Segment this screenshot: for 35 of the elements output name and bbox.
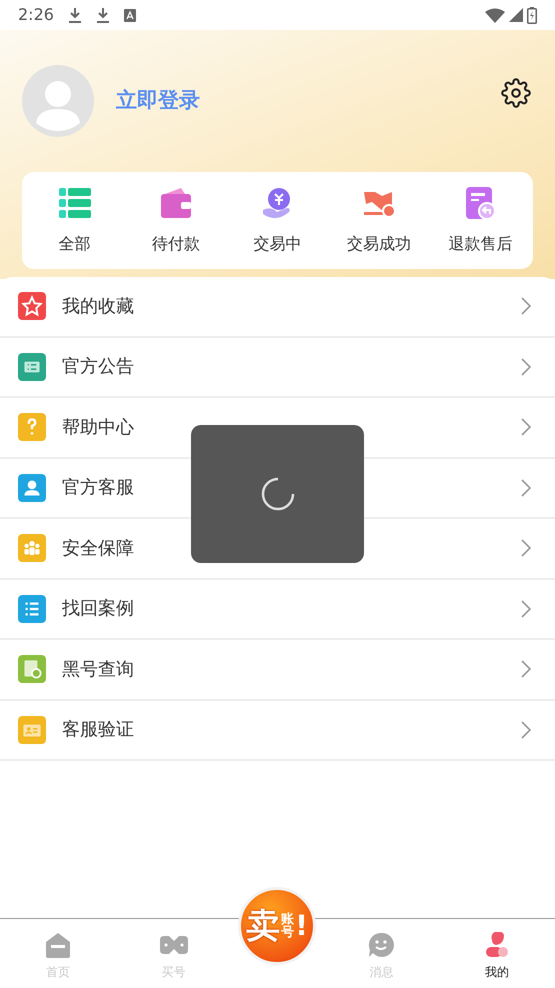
menu-item[interactable]: 客服验证 (0, 700, 555, 761)
keyboard-icon (124, 8, 136, 22)
spinner-icon (260, 477, 294, 511)
menu-item[interactable]: 我的收藏 (0, 277, 555, 338)
menu-item[interactable]: 官方公告 (0, 338, 555, 398)
chevron-right-icon (521, 660, 531, 678)
battery-icon (527, 6, 537, 24)
order-status-button[interactable]: 待付款 (125, 186, 227, 256)
menu-item[interactable]: 黑号查询 (0, 640, 555, 700)
chevron-right-icon (521, 720, 531, 739)
wallet-icon (159, 186, 194, 220)
settings-icon[interactable] (501, 78, 531, 108)
tab-item[interactable]: 我的 (439, 926, 555, 980)
user-icon (484, 932, 510, 958)
gamepad-icon (160, 934, 188, 956)
download-icon (68, 7, 82, 23)
chevron-right-icon (521, 539, 531, 558)
avatar-icon (22, 65, 94, 137)
chevron-right-icon (521, 478, 531, 497)
status-time: 2:26 (18, 4, 54, 26)
chat-icon (368, 932, 394, 958)
chevron-right-icon (521, 358, 531, 376)
wifi-icon (485, 8, 505, 22)
order-status-button[interactable]: 交易中 (226, 186, 328, 256)
home-icon (44, 932, 71, 958)
download-icon (96, 7, 110, 23)
chevron-right-icon (521, 418, 531, 436)
list-icon (58, 186, 92, 220)
order-status-button[interactable]: 退款售后 (430, 186, 532, 256)
menu-item[interactable]: 找回案例 (0, 580, 555, 640)
chevron-right-icon (521, 600, 531, 618)
order-status-button[interactable]: 全部 (24, 186, 126, 256)
order-status-button[interactable]: 交易成功 (328, 186, 430, 256)
chevron-right-icon (521, 297, 531, 316)
signal-icon (509, 8, 523, 22)
